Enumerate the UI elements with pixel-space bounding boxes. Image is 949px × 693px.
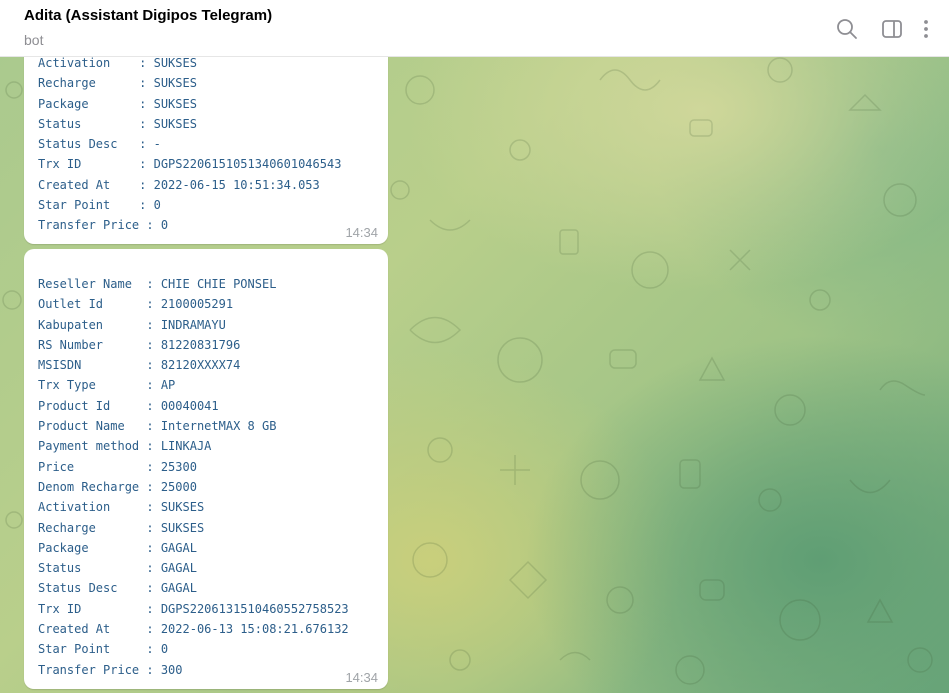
message-line: Payment method : LINKAJA [38, 439, 212, 454]
message-line: Trx ID : DGPS2206131510460552758523 [38, 601, 349, 616]
message-line: Status : SUKSES [38, 116, 197, 131]
message-line: RS Number : 81220831796 [38, 337, 241, 352]
message-text: Activation : SUKSES Recharge : SUKSES Pa… [38, 53, 341, 236]
message-line: Package : SUKSES [38, 96, 197, 111]
message-line: Price : 25300 [38, 459, 197, 474]
message-line: Package : GAGAL [38, 540, 197, 555]
message-line: Star Point : 0 [38, 642, 169, 657]
search-button[interactable] [834, 16, 860, 42]
sidebar-toggle-icon [882, 20, 902, 38]
message-line: Star Point : 0 [38, 198, 161, 213]
message-line: Status : GAGAL [38, 561, 197, 576]
chat-header: Adita (Assistant Digipos Telegram) bot [0, 0, 949, 57]
chat-title[interactable]: Adita (Assistant Digipos Telegram) [24, 7, 272, 24]
sidebar-toggle-button[interactable] [879, 16, 905, 42]
message-time: 14:34 [345, 225, 378, 240]
message-line: Created At : 2022-06-13 15:08:21.676132 [38, 622, 349, 637]
message-line: Recharge : SUKSES [38, 76, 197, 91]
message-line: Transfer Price : 300 [38, 662, 183, 677]
message-line: Created At : 2022-06-15 10:51:34.053 [38, 177, 320, 192]
more-vertical-icon [924, 20, 928, 38]
message-line: Trx Type : AP [38, 378, 176, 393]
message-line: Reseller Name : CHIE CHIE PONSEL [38, 277, 277, 291]
message-line: Product Name : InternetMAX 8 GB [38, 419, 277, 434]
more-button[interactable] [918, 16, 934, 42]
message-line: Outlet Id : 2100005291 [38, 297, 234, 312]
message-line: Recharge : SUKSES [38, 520, 205, 535]
message-line: Kabupaten : INDRAMAYU [38, 317, 226, 332]
message-text: Reseller Name : CHIE CHIE PONSEL Outlet … [38, 274, 349, 680]
message-line: Product Id : 00040041 [38, 398, 219, 413]
message-time: 14:34 [345, 670, 378, 685]
message-line: Trx ID : DGPS2206151051340601046543 [38, 157, 342, 172]
message-line: MSISDN : 82120XXXX74 [38, 358, 241, 373]
message-bubble[interactable]: Reseller Name : CHIE CHIE PONSEL Outlet … [24, 249, 388, 689]
message-line: Status Desc : - [38, 137, 161, 152]
search-icon [837, 19, 857, 39]
message-line: Denom Recharge : 25000 [38, 479, 197, 494]
chat-subtitle: bot [24, 32, 44, 48]
message-line: Activation : SUKSES [38, 500, 205, 515]
message-line: Transfer Price : 0 [38, 218, 169, 233]
message-line: Status Desc : GAGAL [38, 581, 197, 596]
